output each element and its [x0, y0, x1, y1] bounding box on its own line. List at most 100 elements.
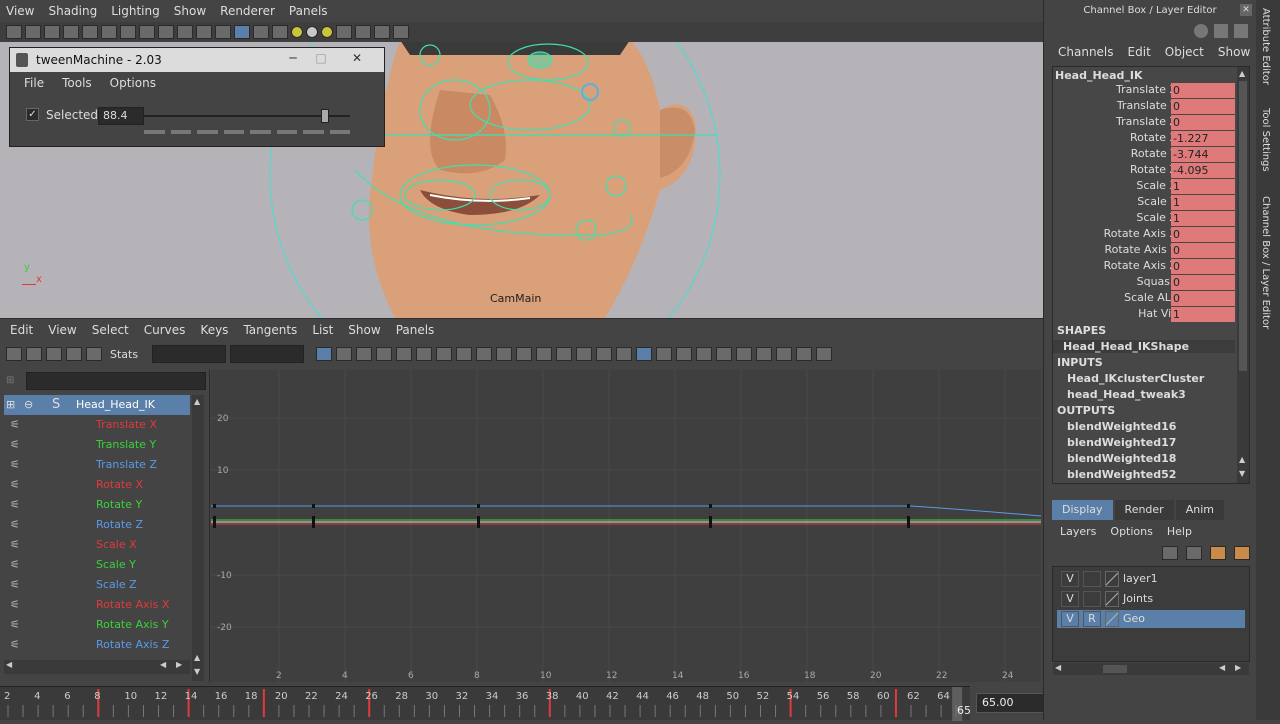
time-slider[interactable]: 2 4 6 8 10 12 14 16 18 20 22 24 26 28 30 32 34 36 38 40 42 44… — [0, 686, 970, 721]
tab-display[interactable]: Display — [1052, 500, 1113, 520]
cb-menu-edit[interactable]: Edit — [1128, 45, 1151, 59]
scroll-up-icon[interactable]: ▲ — [1239, 455, 1245, 464]
layer-menu-help[interactable]: Help — [1167, 525, 1192, 538]
outliner-channel-row[interactable]: ⚟ Translate X — [4, 415, 190, 435]
channel-attribute-row[interactable]: Scale X1 — [1053, 179, 1243, 195]
layer-row[interactable]: V Joints — [1057, 590, 1245, 608]
channel-attribute-row[interactable]: Scale Z1 — [1053, 211, 1243, 227]
attribute-value-field[interactable]: 1 — [1171, 195, 1235, 210]
layer-color-icon[interactable] — [1105, 591, 1119, 607]
ge-menu-list[interactable]: List — [312, 323, 333, 337]
scroll-left-icon[interactable]: ◀ — [160, 660, 166, 669]
attribute-name[interactable]: Rotate Axis Z — [1104, 259, 1177, 272]
scroll-right-icon[interactable]: ▶ — [176, 660, 182, 669]
post-infinity-icon[interactable] — [776, 347, 793, 361]
tween-menu-tools[interactable]: Tools — [62, 76, 92, 90]
channel-attribute-row[interactable]: Squash 0 — [1053, 275, 1243, 291]
clamped-tangent-icon[interactable] — [416, 347, 433, 361]
grid-toggle-icon[interactable] — [82, 25, 98, 39]
move-keys-icon[interactable] — [6, 347, 22, 361]
key-marker[interactable] — [312, 504, 315, 508]
curve-blue-tail[interactable] — [910, 505, 1041, 517]
textured-icon[interactable] — [272, 25, 288, 39]
tween-preset-buttons[interactable] — [144, 130, 350, 134]
normalize-icon[interactable] — [716, 347, 733, 361]
tweenmachine-window[interactable]: tweenMachine - 2.03 ─ □ ✕ File Tools Opt… — [9, 47, 385, 147]
lattice-deform-icon[interactable] — [66, 347, 82, 361]
outliner-channel-row[interactable]: ⚟ Rotate Axis Y — [4, 615, 190, 635]
layer-list[interactable]: Vlayer1 V Joints V R Geo ◀ ◀ ▶ — [1052, 566, 1250, 675]
safe-action-icon[interactable] — [177, 25, 193, 39]
output-node[interactable]: blendWeighted18 — [1067, 452, 1176, 465]
tab-tool-settings[interactable]: Tool Settings — [1260, 108, 1271, 172]
layer-hscrollbar[interactable]: ◀ ◀ ▶ — [1053, 663, 1249, 675]
auto-tangent-icon[interactable] — [376, 347, 393, 361]
ge-menu-show[interactable]: Show — [348, 323, 380, 337]
spline-tangent-icon[interactable] — [396, 347, 413, 361]
outliner-channel-row[interactable]: ⚟ Scale X — [4, 535, 190, 555]
attribute-value-field[interactable]: 0 — [1171, 115, 1235, 130]
close-button[interactable]: ✕ — [344, 51, 370, 67]
outliner-channel-row[interactable]: ⚟ Translate Z — [4, 455, 190, 475]
safe-title-icon[interactable] — [196, 25, 212, 39]
graph-curves[interactable]: 2 4 6 8 10 12 14 16 18 20 22 242010-10-20 — [211, 370, 1041, 682]
outliner-hscrollbar[interactable]: ◀ ◀ ▶ — [4, 660, 190, 674]
attribute-value-field[interactable]: -4.095 — [1171, 163, 1235, 178]
tab-render[interactable]: Render — [1114, 500, 1174, 520]
time-snap-icon[interactable] — [676, 347, 693, 361]
ge-menu-tangents[interactable]: Tangents — [243, 323, 297, 337]
attribute-value-field[interactable]: 0 — [1171, 99, 1235, 114]
key-marker[interactable] — [709, 516, 712, 528]
toggle-both-icon[interactable] — [1234, 24, 1248, 38]
unify-tangents-icon[interactable] — [576, 347, 593, 361]
outliner-channel-row[interactable]: ⚟ Rotate X — [4, 475, 190, 495]
outliner-channel-row[interactable]: ⚟ Translate Y — [4, 435, 190, 455]
tween-menu-options[interactable]: Options — [110, 76, 156, 90]
flat-tangent-icon[interactable] — [456, 347, 473, 361]
menu-panels[interactable]: Panels — [289, 4, 328, 18]
collapse-icon[interactable]: ⊖ — [24, 398, 33, 411]
region-tool-icon[interactable] — [86, 347, 102, 361]
attribute-value-field[interactable]: 1 — [1171, 179, 1235, 194]
tween-menu-file[interactable]: File — [24, 76, 44, 90]
cb-menu-channels[interactable]: Channels — [1058, 45, 1114, 59]
trax-editor-icon[interactable] — [816, 347, 833, 361]
attribute-value-field[interactable]: 0 — [1171, 243, 1235, 258]
frame-playback-icon[interactable] — [336, 347, 353, 361]
center-current-icon[interactable] — [356, 347, 373, 361]
scroll-up-icon[interactable]: ▲ — [1239, 69, 1245, 78]
graph-editor-canvas[interactable]: 2 4 6 8 10 12 14 16 18 20 22 24 20 10 -10 -20 — [211, 370, 1041, 682]
tween-slider-track[interactable] — [144, 115, 350, 117]
channel-attribute-row[interactable]: Rotate Axis Z0 — [1053, 259, 1243, 275]
scroll-right-icon[interactable]: ▶ — [1235, 663, 1241, 672]
key-marker[interactable] — [709, 504, 712, 508]
menu-show[interactable]: Show — [174, 4, 206, 18]
channel-attribute-row[interactable]: Rotate Axis X0 — [1053, 227, 1243, 243]
tween-value-field[interactable]: 88.4 — [98, 107, 144, 125]
attribute-name[interactable]: Rotate Axis X — [1104, 227, 1177, 240]
new-layer-icon[interactable] — [1210, 546, 1226, 560]
menu-renderer[interactable]: Renderer — [220, 4, 275, 18]
layer-row[interactable]: Vlayer1 — [1057, 570, 1245, 588]
input-node[interactable]: head_Head_tweak3 — [1067, 388, 1186, 401]
layer-display-type-toggle[interactable] — [1083, 591, 1101, 607]
attribute-name[interactable]: Translate Y — [1117, 99, 1177, 112]
shape-node[interactable]: Head_Head_IKShape — [1053, 340, 1235, 353]
smooth-shade-icon[interactable] — [234, 25, 250, 39]
plateau-tangent-icon[interactable] — [496, 347, 513, 361]
break-tangents-icon[interactable] — [556, 347, 573, 361]
layer-visibility-toggle[interactable]: V — [1061, 571, 1079, 587]
output-node[interactable]: blendWeighted17 — [1067, 436, 1176, 449]
key-marker[interactable] — [213, 516, 216, 528]
output-node[interactable]: blendWeighted16 — [1067, 420, 1176, 433]
menu-shading[interactable]: Shading — [48, 4, 97, 18]
scroll-left-icon[interactable]: ◀ — [6, 660, 12, 669]
denormalize-icon[interactable] — [736, 347, 753, 361]
stats-value-field[interactable] — [230, 345, 305, 363]
outliner-filter-field[interactable] — [26, 372, 206, 390]
add-keys-icon[interactable] — [46, 347, 62, 361]
channel-attribute-row[interactable]: Hat Viz 1 — [1053, 307, 1243, 323]
bookmark-icon[interactable] — [44, 25, 60, 39]
channel-attribute-row[interactable]: Translate Y0 — [1053, 99, 1243, 115]
linear-tangent-icon[interactable] — [436, 347, 453, 361]
